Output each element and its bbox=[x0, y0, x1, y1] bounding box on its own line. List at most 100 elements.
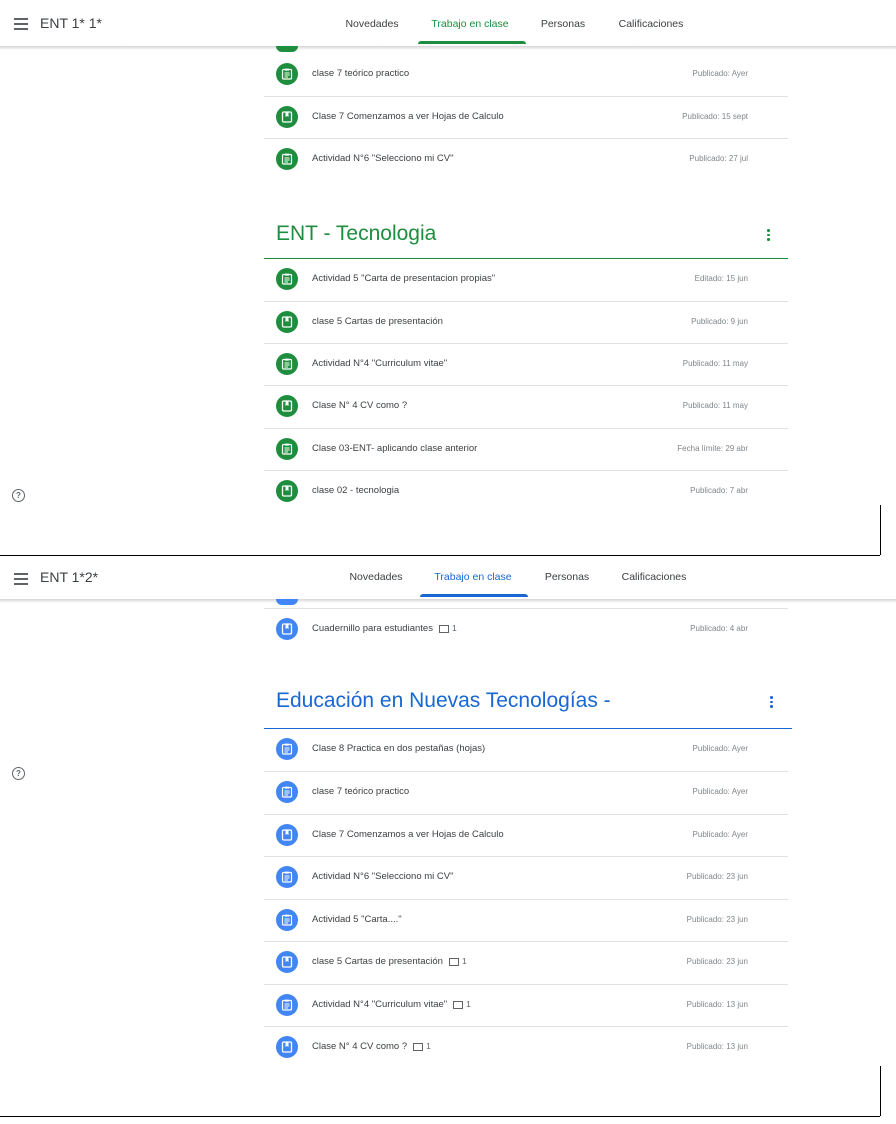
assignment-icon bbox=[276, 994, 298, 1016]
header-shadow bbox=[0, 46, 896, 50]
topic-title: Educación en Nuevas Tecnologías - bbox=[276, 689, 611, 712]
item-title: clase 5 Cartas de presentación bbox=[312, 316, 443, 327]
assignment-icon bbox=[276, 268, 298, 290]
classwork-item[interactable]: clase 5 Cartas de presentación Publicado:… bbox=[264, 301, 788, 344]
classwork-item[interactable]: clase 5 Cartas de presentación 1 Publicado… bbox=[264, 941, 788, 984]
item-title: clase 5 Cartas de presentación 1 bbox=[312, 956, 467, 967]
item-date: Publicado: 27 jul bbox=[689, 154, 748, 163]
material-icon bbox=[276, 106, 298, 128]
classwork-item[interactable]: Clase N° 4 CV como ? Publicado: 11 may bbox=[264, 385, 788, 428]
material-icon bbox=[276, 311, 298, 333]
classwork-item[interactable]: Actividad 5 "Carta de presentacion propi… bbox=[264, 259, 788, 301]
comment-count: 1 bbox=[453, 999, 471, 1009]
partial-item-avatar bbox=[276, 46, 298, 52]
item-title: Clase N° 4 CV como ? 1 bbox=[312, 1041, 431, 1052]
classroom-panel-ent-1-1: ENT 1* 1* Novedades Trabajo en clase Per… bbox=[0, 0, 896, 555]
classwork-item[interactable]: Clase N° 4 CV como ? 1 Publicado: 13 jun bbox=[264, 1026, 788, 1069]
assignment-icon bbox=[276, 866, 298, 888]
active-tab-indicator bbox=[418, 41, 526, 44]
topic-more-options-icon[interactable] bbox=[770, 696, 773, 710]
item-title: Actividad 5 "Carta de presentacion propi… bbox=[312, 273, 496, 284]
material-icon bbox=[276, 395, 298, 417]
item-date: Publicado: Ayer bbox=[692, 69, 748, 78]
classwork-item[interactable]: Clase 7 Comenzamos a ver Hojas de Calcul… bbox=[264, 814, 788, 857]
item-title: Clase N° 4 CV como ? bbox=[312, 400, 408, 411]
item-date: Editado: 15 jun bbox=[694, 274, 748, 283]
item-title: Cuadernillo para estudiantes 1 bbox=[312, 623, 457, 634]
material-icon bbox=[276, 951, 298, 973]
frame-border bbox=[0, 1116, 880, 1117]
classwork-item[interactable]: Actividad 5 "Carta...." Publicado: 23 jun bbox=[264, 899, 788, 942]
item-title: clase 7 teórico practico bbox=[312, 786, 410, 797]
classwork-item[interactable]: Cuadernillo para estudiantes 1 Publicado: … bbox=[264, 608, 788, 651]
classwork-item[interactable]: Clase 8 Practica en dos pestañas (hojas)… bbox=[264, 729, 788, 771]
tab-trabajo-en-clase[interactable]: Trabajo en clase bbox=[423, 571, 523, 583]
material-icon bbox=[276, 1036, 298, 1058]
item-title: Clase 7 Comenzamos a ver Hojas de Calcul… bbox=[312, 829, 504, 840]
help-icon[interactable]: ? bbox=[12, 767, 25, 780]
assignment-icon bbox=[276, 781, 298, 803]
topic-title: ENT - Tecnologia bbox=[276, 222, 437, 245]
frame-border bbox=[880, 1066, 881, 1116]
material-icon bbox=[276, 480, 298, 502]
active-tab-indicator bbox=[420, 594, 528, 597]
comment-icon bbox=[438, 624, 449, 633]
classwork-item[interactable]: clase 7 teórico practico Publicado: Ayer bbox=[264, 54, 788, 96]
classwork-item[interactable]: Actividad N°6 "Selecciono mi CV" Publicad… bbox=[264, 138, 788, 181]
item-date: Publicado: 4 abr bbox=[690, 624, 748, 633]
assignment-icon bbox=[276, 438, 298, 460]
item-date: Publicado: 13 jun bbox=[686, 1042, 748, 1051]
comment-icon bbox=[448, 957, 459, 966]
frame-border bbox=[880, 505, 881, 555]
item-date: Publicado: 9 jun bbox=[691, 317, 748, 326]
item-title: Actividad N°4 "Curriculum vitae" 1 bbox=[312, 999, 471, 1010]
tab-calificaciones[interactable]: Calificaciones bbox=[609, 571, 699, 583]
assignment-icon bbox=[276, 353, 298, 375]
item-title: clase 7 teórico practico bbox=[312, 68, 410, 79]
class-title[interactable]: ENT 1* 1* bbox=[40, 15, 102, 31]
tab-novedades[interactable]: Novedades bbox=[340, 571, 412, 583]
item-date: Publicado: 11 may bbox=[682, 359, 748, 368]
class-title[interactable]: ENT 1*2* bbox=[40, 569, 98, 585]
tab-calificaciones[interactable]: Calificaciones bbox=[606, 18, 696, 30]
item-title: Clase 03-ENT- aplicando clase anterior bbox=[312, 443, 478, 454]
tab-personas[interactable]: Personas bbox=[530, 18, 596, 30]
menu-icon[interactable] bbox=[14, 573, 28, 588]
menu-icon[interactable] bbox=[14, 18, 28, 33]
tab-personas[interactable]: Personas bbox=[534, 571, 600, 583]
tab-trabajo-en-clase[interactable]: Trabajo en clase bbox=[420, 18, 520, 30]
topic-more-options-icon[interactable] bbox=[767, 229, 770, 243]
classwork-item[interactable]: clase 7 teórico practico Publicado: Ayer bbox=[264, 771, 788, 814]
topic-divider bbox=[264, 258, 788, 259]
assignment-icon bbox=[276, 63, 298, 85]
item-title: Actividad N°4 "Curriculum vitae" bbox=[312, 358, 448, 369]
assignment-icon bbox=[276, 148, 298, 170]
classwork-item[interactable]: Actividad N°4 "Curriculum vitae" Publicad… bbox=[264, 343, 788, 386]
tab-novedades[interactable]: Novedades bbox=[336, 18, 408, 30]
classwork-item[interactable]: Actividad N°4 "Curriculum vitae" 1 Publica… bbox=[264, 984, 788, 1027]
item-title: Actividad N°6 "Selecciono mi CV" bbox=[312, 871, 454, 882]
item-date: Publicado: 23 jun bbox=[686, 872, 748, 881]
classroom-panel-ent-1-2: ENT 1*2* Novedades Trabajo en clase Pers… bbox=[0, 556, 896, 1124]
item-date: Publicado: Ayer bbox=[692, 830, 748, 839]
comment-icon bbox=[453, 1000, 464, 1009]
classwork-item[interactable]: clase 02 - tecnologia Publicado: 7 abr bbox=[264, 470, 788, 513]
item-title: Clase 8 Practica en dos pestañas (hojas) bbox=[312, 743, 486, 754]
item-title: Actividad 5 "Carta...." bbox=[312, 914, 402, 925]
classwork-item[interactable]: Clase 7 Comenzamos a ver Hojas de Calcul… bbox=[264, 96, 788, 139]
item-date: Publicado: 7 abr bbox=[690, 486, 748, 495]
top-app-bar: ENT 1* 1* Novedades Trabajo en clase Per… bbox=[0, 0, 896, 46]
header-shadow bbox=[0, 599, 896, 603]
classwork-item[interactable]: Actividad N°6 "Selecciono mi CV" Publicad… bbox=[264, 856, 788, 899]
comment-count: 1 bbox=[438, 623, 457, 633]
item-date: Fecha límite: 29 abr bbox=[677, 444, 748, 453]
item-title: clase 02 - tecnologia bbox=[312, 485, 400, 496]
item-title: Clase 7 Comenzamos a ver Hojas de Calcul… bbox=[312, 111, 504, 122]
partial-item-avatar bbox=[276, 599, 298, 605]
item-date: Publicado: 13 jun bbox=[686, 1000, 748, 1009]
classwork-item[interactable]: Clase 03-ENT- aplicando clase anterior Fe… bbox=[264, 428, 788, 471]
item-date: Publicado: 23 jun bbox=[686, 915, 748, 924]
material-icon bbox=[276, 618, 298, 640]
help-icon[interactable]: ? bbox=[12, 489, 25, 502]
item-date: Publicado: Ayer bbox=[692, 744, 748, 753]
